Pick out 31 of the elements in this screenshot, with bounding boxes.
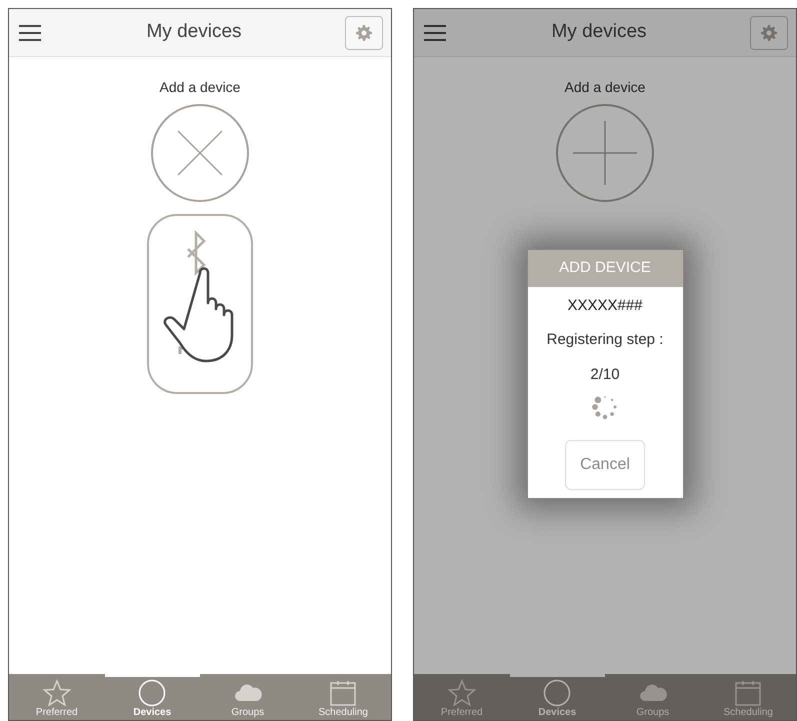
registering-step-label: Registering step : [546,330,664,350]
dialog-title: ADD DEVICE [528,250,682,286]
star-icon [42,679,71,707]
add-device-label: Add a device [564,78,646,97]
step-count: 2/10 [590,364,620,384]
menu-icon[interactable] [17,22,43,42]
circle-icon [543,679,572,707]
calendar-icon [329,679,358,707]
tab[interactable]: Groups [605,674,700,720]
loading-spinner-icon [592,394,618,420]
star-icon [448,679,476,707]
tab[interactable]: Devices [104,674,200,720]
screen-title: My devices [551,20,647,44]
add-device-label: Add a device [160,78,240,97]
tab[interactable]: Devices [510,674,605,720]
screen-title: My devices [146,20,242,44]
plus-icon [573,121,637,185]
device-card[interactable] [147,214,253,394]
tab[interactable]: Scheduling [700,674,796,720]
circle-icon [138,679,166,707]
device-code: XXXXX### [567,296,643,316]
calendar-icon [734,679,762,707]
tab[interactable]: Preferred [9,674,104,720]
tab[interactable]: Scheduling [296,674,391,720]
settings-button[interactable] [750,16,788,50]
tab[interactable]: Preferred [414,674,510,720]
tab[interactable]: Groups [200,674,296,720]
settings-icon [356,24,372,40]
settings-button[interactable] [345,16,383,50]
settings-icon [761,24,777,40]
menu-icon[interactable] [422,22,448,42]
